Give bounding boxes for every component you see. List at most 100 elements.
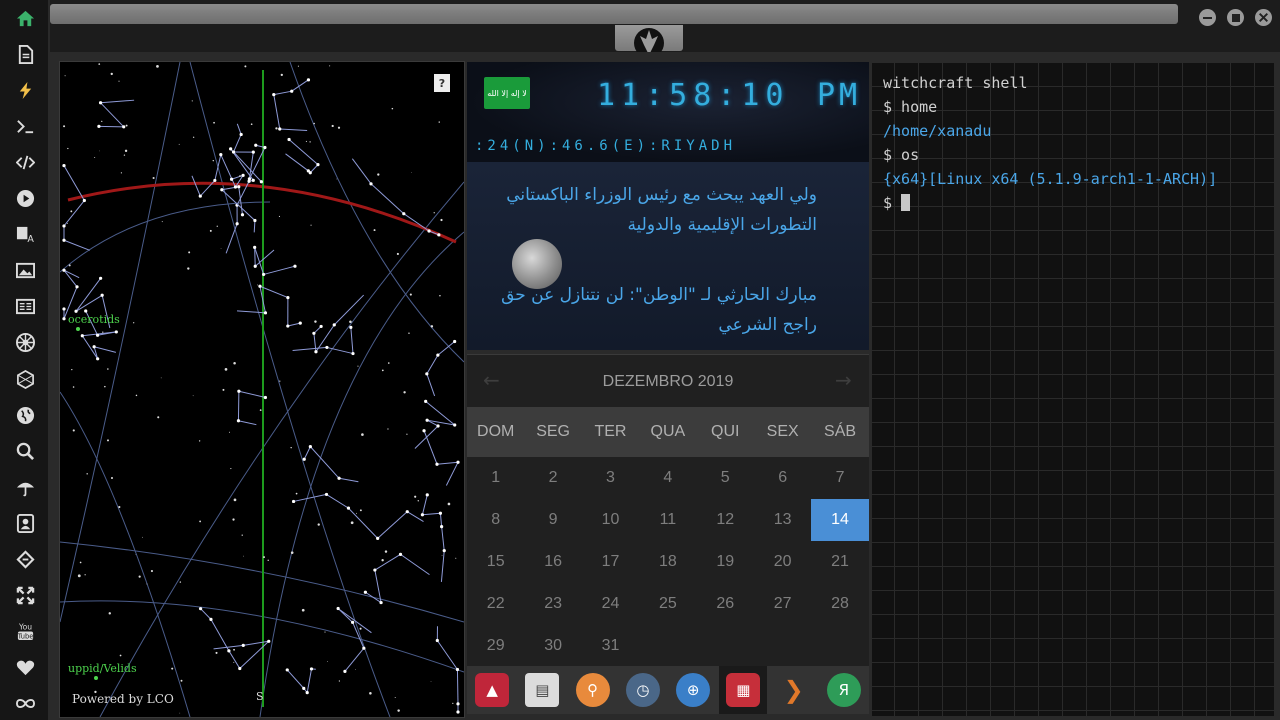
document-icon[interactable] bbox=[12, 41, 38, 67]
star bbox=[349, 320, 352, 324]
minimize-button[interactable] bbox=[1199, 9, 1216, 26]
calendar-day[interactable]: 8 bbox=[467, 499, 524, 541]
star bbox=[403, 391, 406, 394]
star bbox=[376, 536, 380, 540]
app-dock: ▲ ▤ ⚲ ◷ ⊕ ▦ ❯ Я bbox=[467, 666, 869, 714]
image-icon[interactable] bbox=[12, 258, 38, 284]
news-app-icon[interactable]: ▤ bbox=[525, 673, 560, 707]
star bbox=[239, 132, 243, 137]
calendar-day[interactable]: 17 bbox=[582, 541, 639, 583]
close-button[interactable] bbox=[1255, 9, 1272, 26]
title-handle[interactable] bbox=[615, 25, 683, 58]
calendar-day[interactable]: 29 bbox=[467, 625, 524, 667]
star bbox=[308, 171, 312, 175]
star bbox=[262, 272, 266, 277]
calendar-day[interactable]: 27 bbox=[754, 583, 811, 625]
calendar-day[interactable]: 21 bbox=[811, 541, 868, 583]
calendar-day[interactable]: 25 bbox=[639, 583, 696, 625]
arch-app-icon[interactable]: ▲ bbox=[475, 673, 510, 707]
calendar-day[interactable]: 23 bbox=[524, 583, 581, 625]
star bbox=[187, 267, 190, 270]
star bbox=[263, 395, 268, 400]
help-button[interactable]: ? bbox=[434, 74, 450, 92]
star bbox=[405, 510, 409, 514]
home-icon[interactable] bbox=[12, 5, 38, 31]
globe-icon[interactable] bbox=[12, 402, 38, 428]
search-icon[interactable] bbox=[12, 438, 38, 464]
calendar-day[interactable]: 5 bbox=[697, 457, 754, 499]
star bbox=[133, 322, 135, 324]
star-chart[interactable]: ? ocerotids uppid/Velids Powered by LCO … bbox=[59, 61, 465, 718]
star bbox=[409, 293, 412, 296]
calendar-day[interactable]: 6 bbox=[754, 457, 811, 499]
calendar-day-selected[interactable]: 14 bbox=[811, 499, 869, 541]
calendar-day[interactable]: 30 bbox=[524, 625, 581, 667]
ring-icon[interactable] bbox=[12, 547, 38, 573]
weekday-label: SÁB bbox=[824, 423, 857, 440]
hexagon-icon[interactable] bbox=[12, 366, 38, 392]
star bbox=[275, 127, 278, 130]
calendar-app-icon[interactable]: ▦ bbox=[726, 673, 761, 707]
window-title-bar[interactable] bbox=[50, 4, 1178, 24]
star bbox=[160, 377, 162, 379]
calendar-day[interactable]: 19 bbox=[697, 541, 754, 583]
arrow-app-icon[interactable]: ❯ bbox=[777, 673, 811, 707]
calendar-day[interactable]: 28 bbox=[811, 583, 868, 625]
play-icon[interactable] bbox=[12, 186, 38, 212]
constellation-line bbox=[230, 148, 262, 183]
star bbox=[62, 163, 66, 168]
heart-icon[interactable] bbox=[12, 655, 38, 681]
star bbox=[67, 147, 69, 150]
expand-icon[interactable] bbox=[12, 583, 38, 609]
search-app-icon[interactable]: ⚲ bbox=[575, 673, 610, 707]
calendar-day[interactable]: 12 bbox=[697, 499, 754, 541]
calendar-day[interactable]: 13 bbox=[754, 499, 811, 541]
calendar-day[interactable]: 20 bbox=[754, 541, 811, 583]
calendar-day[interactable]: 24 bbox=[582, 583, 639, 625]
calendar-day[interactable]: 11 bbox=[639, 499, 696, 541]
calendar-day[interactable]: 2 bbox=[524, 457, 581, 499]
calendar-day[interactable]: 3 bbox=[582, 457, 639, 499]
calendar-day[interactable]: 18 bbox=[639, 541, 696, 583]
calendar-day[interactable]: 22 bbox=[467, 583, 524, 625]
calendar-day[interactable]: 10 bbox=[582, 499, 639, 541]
newspaper-icon[interactable] bbox=[12, 294, 38, 320]
constellation-line bbox=[426, 354, 439, 375]
news-headline[interactable]: مبارك الحارثي لـ "الوطن": لن نتنازل عن ح… bbox=[487, 280, 817, 340]
star bbox=[435, 638, 439, 643]
translate-icon[interactable]: A bbox=[12, 222, 38, 248]
star bbox=[327, 660, 328, 662]
calendar-day[interactable]: 9 bbox=[524, 499, 581, 541]
star bbox=[192, 136, 195, 138]
calendar-day[interactable]: 4 bbox=[639, 457, 696, 499]
calendar-day[interactable]: 26 bbox=[697, 583, 754, 625]
terminal-icon[interactable] bbox=[12, 113, 38, 139]
star bbox=[99, 150, 100, 152]
infinity-icon[interactable] bbox=[12, 691, 38, 717]
star bbox=[110, 72, 113, 76]
star bbox=[442, 549, 446, 553]
calendar-day[interactable]: 31 bbox=[582, 625, 639, 667]
calendar-day[interactable]: 16 bbox=[524, 541, 581, 583]
calendar-day[interactable]: 15 bbox=[467, 541, 524, 583]
terminal-cursor[interactable] bbox=[901, 194, 911, 211]
star bbox=[135, 554, 137, 555]
calendar-day[interactable]: 1 bbox=[467, 457, 524, 499]
youtube-icon[interactable]: You Tube bbox=[12, 619, 38, 645]
yandex-app-icon[interactable]: Я bbox=[826, 673, 861, 707]
terminal[interactable]: witchcraft shell $ home/home/xanadu $ os {x… bbox=[872, 62, 1274, 716]
calendar-day[interactable]: 7 bbox=[811, 457, 868, 499]
clock-app-icon[interactable]: ◷ bbox=[625, 673, 660, 707]
lightning-icon[interactable] bbox=[12, 77, 38, 103]
code-icon[interactable] bbox=[12, 149, 38, 175]
galactic-empire-icon[interactable] bbox=[12, 330, 38, 356]
star bbox=[62, 317, 66, 321]
news-headline[interactable]: ولي العهد يبحث مع رئيس الوزراء الباكستان… bbox=[487, 180, 817, 240]
contact-card-icon[interactable] bbox=[12, 510, 38, 536]
umbrella-icon[interactable] bbox=[12, 474, 38, 500]
next-month-button[interactable]: → bbox=[835, 368, 852, 392]
globe-app-icon[interactable]: ⊕ bbox=[676, 673, 711, 707]
maximize-button[interactable] bbox=[1227, 9, 1244, 26]
star bbox=[369, 182, 373, 186]
star bbox=[80, 334, 84, 338]
